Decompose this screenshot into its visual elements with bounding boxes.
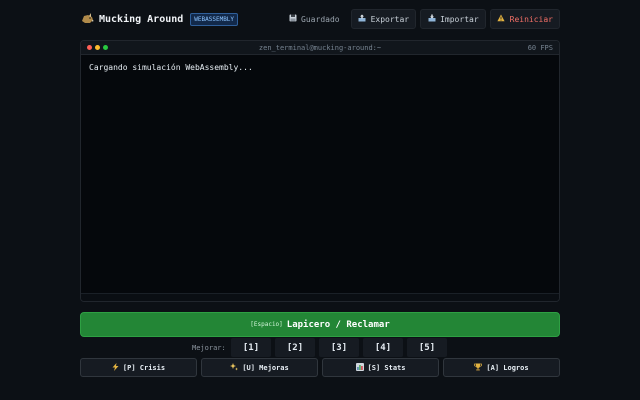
upgrade-level-4-button[interactable]: [4] [363,338,403,357]
warning-icon [497,14,506,24]
upgrade-level-5-button[interactable]: [5] [407,338,447,357]
upgrade-level-3-button[interactable]: [3] [319,338,359,357]
maximize-dot-icon [103,45,108,50]
webassembly-badge: WEBASSEMBLY [190,12,239,26]
terminal-line: Cargando simulación WebAssembly... [89,63,253,72]
bar-chart-icon [355,362,364,373]
upgrades-label: [U] Mejoras [242,363,289,372]
upgrade-label: Mejorar: [192,343,226,352]
app-title: Mucking Around [99,13,184,25]
export-tray-icon [358,14,367,24]
achievements-button[interactable]: [A] Logros [443,358,560,377]
terminal-title: zen_terminal@mucking-around:~ [258,43,382,52]
fps-counter: 60 FPS [527,43,553,52]
lightning-icon [112,362,119,373]
export-label: Exportar [370,14,410,24]
app-header: Mucking Around WEBASSEMBLY Guardado Expo… [80,7,560,31]
achievements-label: [A] Logros [486,363,529,372]
trophy-icon [474,363,483,373]
stats-label: [S] Stats [367,363,406,372]
import-tray-icon [427,14,436,24]
minimize-dot-icon [95,45,100,50]
brand: Mucking Around WEBASSEMBLY [80,12,239,26]
action-key-hint: [Espacio] [250,321,283,328]
main-action-button[interactable]: [Espacio] Lapicero / Reclamar [80,312,560,337]
terminal-output: Cargando simulación WebAssembly... [81,55,559,80]
boar-icon [82,13,94,23]
saved-label: Guardado [301,14,340,24]
export-button[interactable]: Exportar [350,9,417,29]
terminal-titlebar: zen_terminal@mucking-around:~ 60 FPS [81,41,559,55]
upgrade-row: Mejorar: [1] [2] [3] [4] [5] [192,338,447,357]
upgrade-level-2-button[interactable]: [2] [275,338,315,357]
crisis-button[interactable]: [P] Crisis [80,358,197,377]
import-label: Importar [440,14,479,24]
reset-button[interactable]: Reiniciar [489,9,560,29]
terminal-footer [81,293,559,301]
header-actions: Guardado Exportar Importar Reiniciar [281,9,560,29]
saved-status: Guardado [281,9,347,29]
floppy-disk-icon [288,14,297,24]
crisis-label: [P] Crisis [122,363,166,372]
upgrades-button[interactable]: [U] Mejoras [201,358,318,377]
close-dot-icon [87,45,92,50]
stats-button[interactable]: [S] Stats [322,358,439,377]
sparkles-icon [230,362,239,373]
reset-label: Reiniciar [509,14,553,24]
upgrade-level-1-button[interactable]: [1] [231,338,271,357]
action-label: Lapicero / Reclamar [286,319,390,330]
bottom-nav: [P] Crisis [U] Mejoras [S] Stats [A] Log… [80,358,560,377]
terminal-window: zen_terminal@mucking-around:~ 60 FPS Car… [80,40,560,302]
import-button[interactable]: Importar [420,9,486,29]
